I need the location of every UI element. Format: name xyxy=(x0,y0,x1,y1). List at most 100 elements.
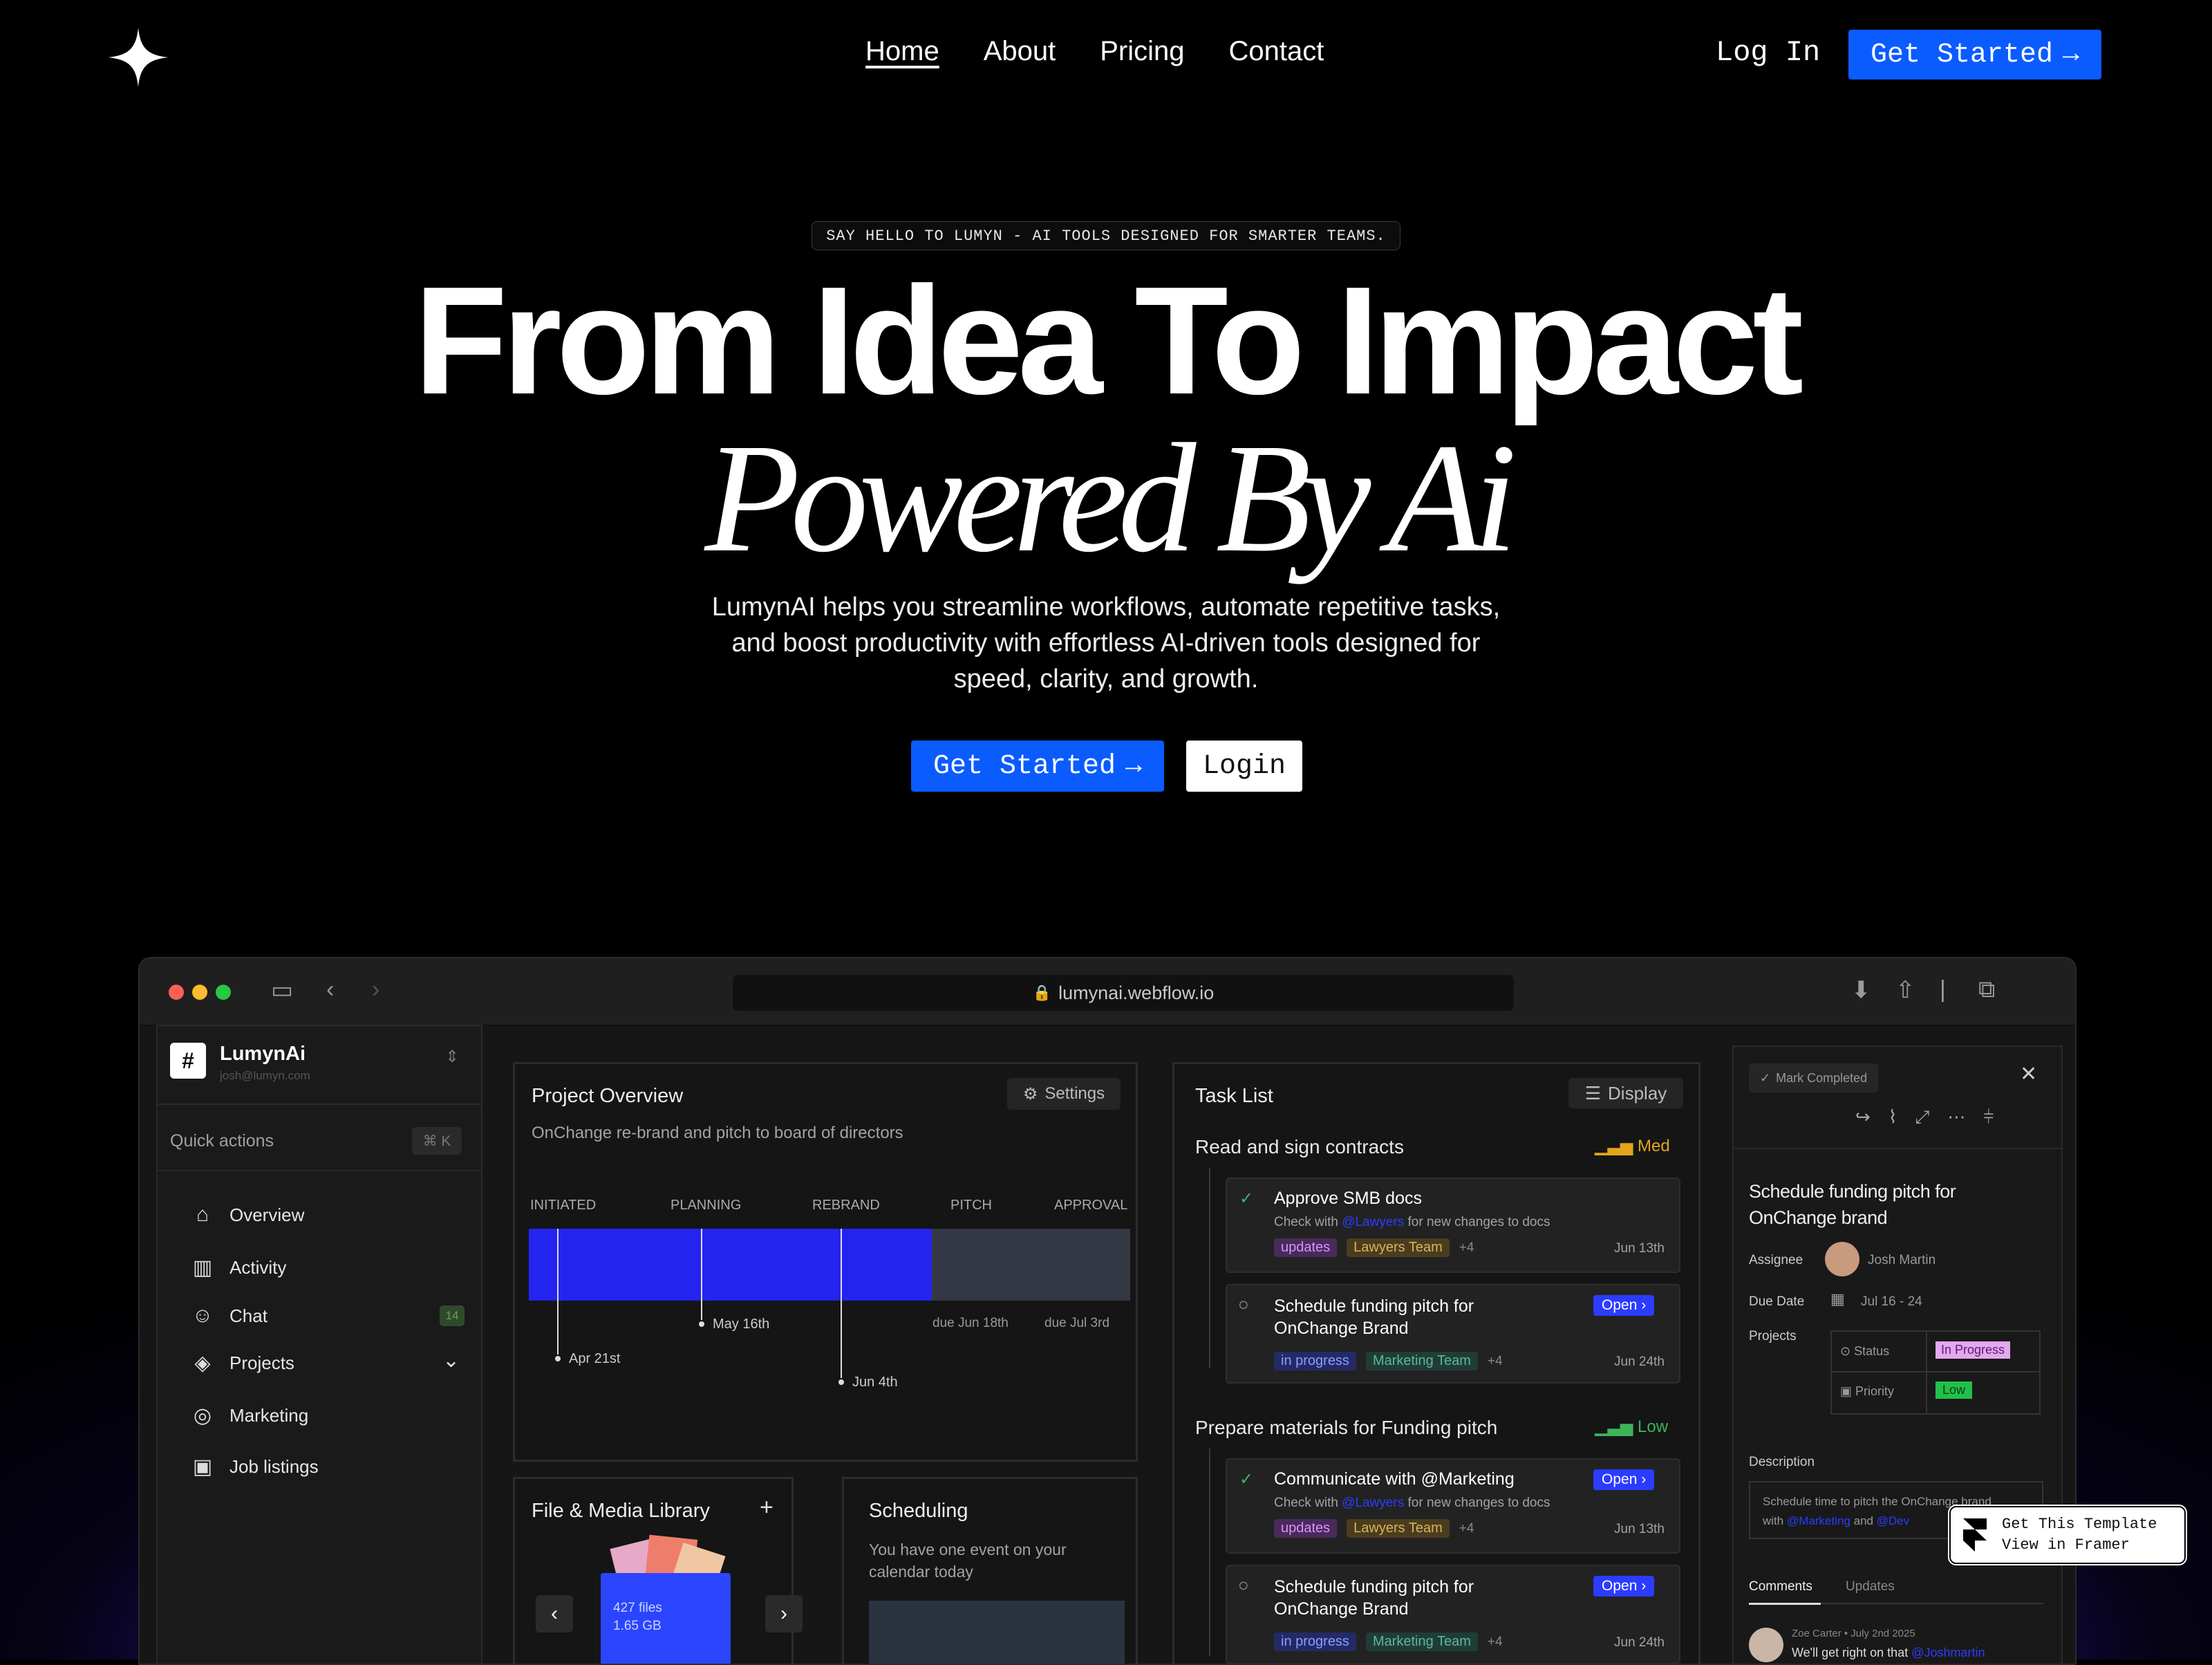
nav-home[interactable]: Home xyxy=(865,36,939,67)
scheduling-panel: Scheduling You have one event on your ca… xyxy=(842,1477,1138,1664)
divider xyxy=(1832,1371,2039,1373)
tag-more[interactable]: +4 xyxy=(1459,1240,1474,1256)
quick-actions[interactable]: Quick actions xyxy=(170,1131,274,1151)
task-card[interactable]: ○ Schedule funding pitch for OnChange Br… xyxy=(1226,1565,1680,1664)
sidebar-item-overview[interactable]: ⌂ Overview xyxy=(191,1203,304,1227)
close-window-dot[interactable] xyxy=(169,985,184,1000)
forward-icon[interactable]: › xyxy=(372,976,379,1003)
add-icon[interactable]: + xyxy=(760,1494,774,1521)
more-icon[interactable]: ⋯ xyxy=(1947,1106,1965,1128)
tag-updates[interactable]: updates xyxy=(1274,1238,1338,1257)
chevron-down-icon[interactable]: ⌄ xyxy=(442,1348,460,1373)
hero-description-line: speed, clarity, and growth. xyxy=(953,664,1259,694)
folder-icon[interactable]: 427 files 1.65 GB xyxy=(601,1573,731,1664)
mention-link[interactable]: @Lawyers xyxy=(1342,1215,1404,1229)
tab-comments[interactable]: Comments xyxy=(1749,1579,1812,1594)
logo-sparkle-icon[interactable] xyxy=(108,28,169,87)
chevron-left-icon[interactable]: ‹ xyxy=(536,1595,573,1633)
address-bar[interactable]: 🔒 lumynai.webflow.io xyxy=(733,975,1514,1011)
tabs-icon[interactable]: ⧉ xyxy=(1978,976,1995,1003)
forward-icon[interactable]: ↪ xyxy=(1855,1106,1871,1128)
tag-progress[interactable]: in progress xyxy=(1274,1633,1356,1651)
login-button-hero[interactable]: Login xyxy=(1186,741,1302,792)
status-badge[interactable]: In Progress xyxy=(1936,1341,2011,1359)
sidebar-item-marketing[interactable]: ◎ Marketing xyxy=(191,1404,308,1428)
display-button[interactable]: ☰ Display xyxy=(1568,1078,1683,1108)
mention-link[interactable]: @Dev xyxy=(1877,1514,1910,1527)
nav-about[interactable]: About xyxy=(984,36,1056,67)
framer-badge-text: Get This Template View in Framer xyxy=(2002,1514,2157,1556)
open-status-button[interactable]: Open › xyxy=(1593,1576,1655,1597)
projects-label: Projects xyxy=(1749,1329,1797,1343)
chevron-updown-icon[interactable]: ⇕ xyxy=(445,1047,459,1067)
priority-label: Med xyxy=(1638,1137,1670,1155)
mention-link[interactable]: @Joshmartin xyxy=(1911,1646,1985,1659)
due-date-value[interactable]: Jul 16 - 24 xyxy=(1861,1294,1922,1310)
get-started-button-nav[interactable]: Get Started → xyxy=(1848,30,2101,80)
avatar[interactable] xyxy=(1825,1242,1859,1276)
tag-more[interactable]: +4 xyxy=(1459,1521,1474,1536)
back-icon[interactable]: ‹ xyxy=(326,976,334,1003)
tag-team[interactable]: Marketing Team xyxy=(1365,1352,1478,1370)
active-tab-indicator xyxy=(1749,1603,1821,1605)
maximize-window-dot[interactable] xyxy=(216,985,231,1000)
task-tags: in progress Marketing Team +4 xyxy=(1274,1352,1503,1370)
detail-toolbar: ↪ ⌇ ⤢ ⋯ ⫩ xyxy=(1855,1106,1994,1128)
open-status-button[interactable]: Open › xyxy=(1593,1469,1655,1490)
nav-contact[interactable]: Contact xyxy=(1229,36,1324,67)
scheduling-line: You have one event on your xyxy=(869,1541,1067,1559)
tag-more[interactable]: +4 xyxy=(1488,1635,1503,1650)
mention-link[interactable]: @Marketing xyxy=(1787,1514,1850,1527)
task-title: Schedule funding pitch for OnChange Bran… xyxy=(1274,1576,1474,1620)
sidebar-toggle-icon[interactable]: ▭ xyxy=(271,976,293,1004)
task-group-title[interactable]: Read and sign contracts xyxy=(1195,1136,1404,1158)
task-subtext-b: for new changes to docs xyxy=(1407,1215,1550,1229)
panel-title: File & Media Library xyxy=(532,1500,710,1522)
download-icon[interactable]: ⬇ xyxy=(1851,976,1871,1004)
calendar-preview[interactable] xyxy=(869,1601,1125,1664)
sidebar-item-chat[interactable]: ☺ Chat xyxy=(191,1304,268,1328)
expand-icon[interactable]: ⤢ xyxy=(1915,1106,1930,1128)
attachment-icon[interactable]: ⌇ xyxy=(1888,1106,1897,1128)
task-card[interactable]: ✓ Communicate with @Marketing Open › Che… xyxy=(1226,1458,1680,1554)
open-status-button[interactable]: Open › xyxy=(1593,1295,1655,1316)
workspace-name[interactable]: LumynAi xyxy=(220,1043,306,1066)
priority-badge[interactable]: Low xyxy=(1936,1382,1973,1399)
task-date: Jun 13th xyxy=(1614,1522,1665,1536)
tab-updates[interactable]: Updates xyxy=(1846,1579,1895,1594)
tag-updates[interactable]: updates xyxy=(1274,1519,1338,1538)
hero-title: From Idea To Impact xyxy=(413,255,1804,427)
task-card[interactable]: ✓ Approve SMB docs Check with @Lawyers f… xyxy=(1226,1178,1680,1273)
milestone-dot xyxy=(555,1356,561,1361)
tag-team[interactable]: Lawyers Team xyxy=(1347,1519,1450,1538)
mark-completed-button[interactable]: ✓ Mark Completed xyxy=(1749,1063,1879,1092)
sidebar-item-projects[interactable]: ◈ Projects xyxy=(191,1351,294,1375)
minimize-window-dot[interactable] xyxy=(192,985,207,1000)
milestone-label: Apr 21st xyxy=(569,1351,621,1366)
sidebar-item-job-listings[interactable]: ▣ Job listings xyxy=(191,1455,319,1479)
tag-progress[interactable]: in progress xyxy=(1274,1352,1356,1370)
nav-pricing[interactable]: Pricing xyxy=(1100,36,1184,67)
split-icon[interactable]: ⫩ xyxy=(1983,1106,1994,1128)
status-label-text: Status xyxy=(1854,1344,1890,1358)
tag-team[interactable]: Lawyers Team xyxy=(1347,1238,1450,1257)
sidebar-item-activity[interactable]: ▥ Activity xyxy=(191,1256,287,1280)
settings-button[interactable]: ⚙ Settings xyxy=(1007,1078,1121,1110)
tag-team[interactable]: Marketing Team xyxy=(1365,1633,1478,1651)
avatar[interactable] xyxy=(1749,1628,1783,1662)
assignee-name[interactable]: Josh Martin xyxy=(1868,1253,1936,1268)
workspace-avatar[interactable]: # xyxy=(170,1043,206,1079)
panel-title: Scheduling xyxy=(869,1500,968,1522)
close-icon[interactable]: ✕ xyxy=(2020,1062,2037,1086)
framer-badge[interactable]: Get This Template View in Framer xyxy=(1949,1506,2186,1564)
task-title-line: Schedule funding pitch for xyxy=(1274,1296,1474,1316)
login-link[interactable]: Log In xyxy=(1716,36,1820,69)
share-icon[interactable]: ⇧ xyxy=(1895,976,1915,1004)
chevron-right-icon[interactable]: › xyxy=(765,1595,803,1633)
get-started-button-hero[interactable]: Get Started → xyxy=(911,741,1164,792)
tag-more[interactable]: +4 xyxy=(1488,1354,1503,1369)
task-card[interactable]: ○ Schedule funding pitch for OnChange Br… xyxy=(1226,1284,1680,1384)
mention-link[interactable]: @Lawyers xyxy=(1342,1496,1404,1510)
home-icon: ⌂ xyxy=(196,1203,209,1226)
task-group-title[interactable]: Prepare materials for Funding pitch xyxy=(1195,1417,1497,1439)
